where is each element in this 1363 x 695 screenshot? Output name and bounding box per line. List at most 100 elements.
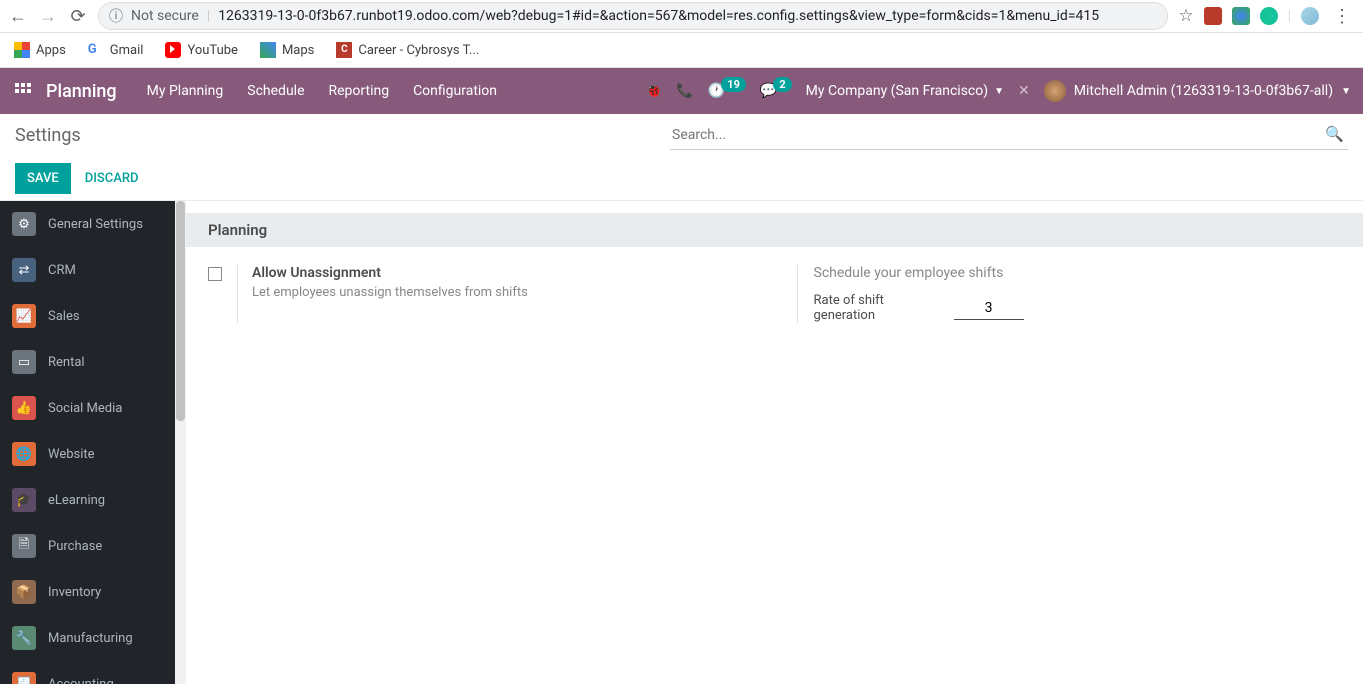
sidebar-icon: 🧾 (12, 672, 36, 684)
allow-unassignment-checkbox[interactable] (208, 267, 222, 281)
ext-divider: | (1288, 8, 1291, 24)
sidebar-item-label: General Settings (48, 217, 143, 232)
avatar (1044, 80, 1066, 102)
sidebar-item-elearning[interactable]: 🎓eLearning (0, 477, 175, 523)
sidebar-icon: 📈 (12, 304, 36, 328)
app-brand[interactable]: Planning (46, 81, 135, 102)
youtube-icon (165, 42, 181, 58)
scrollbar-thumb[interactable] (176, 201, 185, 421)
bookmark-maps[interactable]: Maps (260, 42, 314, 58)
sidebar-icon: 📦 (12, 580, 36, 604)
search-input[interactable] (670, 121, 1348, 150)
page-title: Settings (15, 125, 81, 146)
sidebar-icon: 🌐 (12, 442, 36, 466)
apps-grid-icon (14, 42, 30, 58)
tools-icon[interactable]: ✕ (1018, 83, 1030, 99)
menu-reporting[interactable]: Reporting (317, 68, 402, 114)
forward-icon[interactable]: → (38, 6, 58, 27)
sidebar-item-rental[interactable]: ▭ Rental (0, 339, 175, 385)
sidebar-item-label: Accounting (48, 677, 114, 685)
sidebar-item-label: CRM (48, 263, 76, 278)
sidebar-item-label: Inventory (48, 585, 101, 600)
bookmark-youtube[interactable]: YouTube (165, 42, 238, 58)
ext-grammarly-icon[interactable] (1260, 7, 1278, 25)
sidebar-item-label: Manufacturing (48, 631, 133, 646)
control-panel: Settings 🔍 (0, 114, 1363, 156)
option-title: Schedule your employee shifts (814, 265, 1024, 293)
menu-configuration[interactable]: Configuration (401, 68, 509, 114)
ext-pdf-icon[interactable] (1204, 7, 1222, 25)
settings-sidebar: ⚙ General Settings ⇄ CRM 📈 Sales ▭ Rental 👍 Socia… (0, 201, 175, 684)
chevron-down-icon: ▼ (994, 86, 1004, 97)
rate-input[interactable] (954, 297, 1024, 320)
bookmarks-bar: Apps GGmail YouTube Maps CCareer - Cybro… (0, 33, 1363, 68)
star-icon[interactable]: ☆ (1178, 6, 1193, 26)
sidebar-icon: 🗎 (12, 534, 36, 558)
address-bar[interactable]: ⓘ Not secure | 1263319-13-0-0f3b67.runbo… (98, 2, 1168, 30)
not-secure-label: Not secure (131, 8, 199, 24)
sidebar-icon: ⚙ (12, 212, 36, 236)
profile-icon[interactable] (1301, 7, 1319, 25)
sidebar-icon: ⇄ (12, 258, 36, 282)
option-description: Let employees unassign themselves from s… (252, 285, 528, 300)
settings-content: Planning Allow Unassignment Let employee… (186, 201, 1363, 684)
info-icon: ⓘ (109, 6, 123, 26)
menu-schedule[interactable]: Schedule (235, 68, 316, 114)
back-icon[interactable]: ← (8, 6, 28, 27)
option-title: Allow Unassignment (252, 265, 528, 281)
user-menu[interactable]: Mitchell Admin (1263319-13-0-0f3b67-all)… (1044, 80, 1351, 102)
debug-icon[interactable]: 🐞 (645, 83, 662, 99)
bookmark-career[interactable]: CCareer - Cybrosys T... (336, 42, 479, 58)
rate-field-row: Rate of shift generation (814, 293, 1024, 323)
rate-label: Rate of shift generation (814, 293, 924, 323)
sidebar-item-inventory[interactable]: 📦 Inventory (0, 569, 175, 615)
search-icon[interactable]: 🔍 (1325, 125, 1344, 143)
reload-icon[interactable]: ⟳ (68, 6, 88, 27)
sidebar-item-manufacturing[interactable]: 🔧 Manufacturing (0, 615, 175, 661)
sidebar-icon: 🎓 (12, 488, 36, 512)
sidebar-item-label: Social Media (48, 401, 122, 416)
sidebar-icon: 🔧 (12, 626, 36, 650)
section-body: Allow Unassignment Let employees unassig… (186, 247, 1363, 341)
bookmark-gmail[interactable]: GGmail (88, 42, 144, 58)
sidebar-icon: ▭ (12, 350, 36, 374)
browser-toolbar: ← → ⟳ ⓘ Not secure | 1263319-13-0-0f3b67… (0, 0, 1363, 33)
sidebar-item-crm[interactable]: ⇄ CRM (0, 247, 175, 293)
sidebar-icon: 👍 (12, 396, 36, 420)
divider: | (207, 8, 210, 24)
section-header: Planning (186, 213, 1363, 247)
sidebar-item-label: Website (48, 447, 95, 462)
cybrosys-icon: C (336, 42, 352, 58)
button-bar: SAVE DISCARD (0, 156, 1363, 200)
activities-icon[interactable]: 🕐19 (708, 83, 746, 99)
sidebar-item-sales[interactable]: 📈 Sales (0, 293, 175, 339)
sidebar-item-accounting[interactable]: 🧾 Accounting (0, 661, 175, 684)
url-text: 1263319-13-0-0f3b67.runbot19.odoo.com/we… (218, 8, 1099, 24)
menu-my-planning[interactable]: My Planning (135, 68, 236, 114)
sidebar-scrollbar[interactable] (175, 201, 186, 684)
google-icon: G (88, 42, 104, 58)
sidebar-item-label: Purchase (48, 539, 102, 554)
sidebar-item-social-media[interactable]: 👍 Social Media (0, 385, 175, 431)
sidebar-item-general-settings[interactable]: ⚙ General Settings (0, 201, 175, 247)
option-schedule-shifts: Schedule your employee shifts Rate of sh… (775, 265, 1363, 323)
apps-menu-icon[interactable] (0, 83, 46, 99)
ext-globe-icon[interactable] (1232, 7, 1250, 25)
main-navbar: Planning My Planning Schedule Reporting … (0, 68, 1363, 114)
checkbox-wrap (208, 265, 238, 323)
sidebar-item-purchase[interactable]: 🗎 Purchase (0, 523, 175, 569)
messages-icon[interactable]: 💬2 (760, 83, 792, 99)
option-allow-unassignment: Allow Unassignment Let employees unassig… (186, 265, 775, 323)
phone-icon[interactable]: 📞 (676, 83, 693, 99)
save-button[interactable]: SAVE (15, 163, 71, 194)
systray: 🐞 📞 🕐19 💬2 My Company (San Francisco)▼ ✕… (645, 80, 1363, 102)
sidebar-item-label: Rental (48, 355, 85, 370)
sidebar-item-website[interactable]: 🌐 Website (0, 431, 175, 477)
discard-button[interactable]: DISCARD (81, 163, 143, 194)
company-switcher[interactable]: My Company (San Francisco)▼ (806, 83, 1004, 99)
menu-icon[interactable]: ⋮ (1329, 6, 1355, 27)
settings-body: ⚙ General Settings ⇄ CRM 📈 Sales ▭ Rental 👍 Socia… (0, 200, 1363, 684)
bookmark-apps[interactable]: Apps (14, 42, 66, 58)
maps-icon (260, 42, 276, 58)
sidebar-item-label: Sales (48, 309, 80, 324)
